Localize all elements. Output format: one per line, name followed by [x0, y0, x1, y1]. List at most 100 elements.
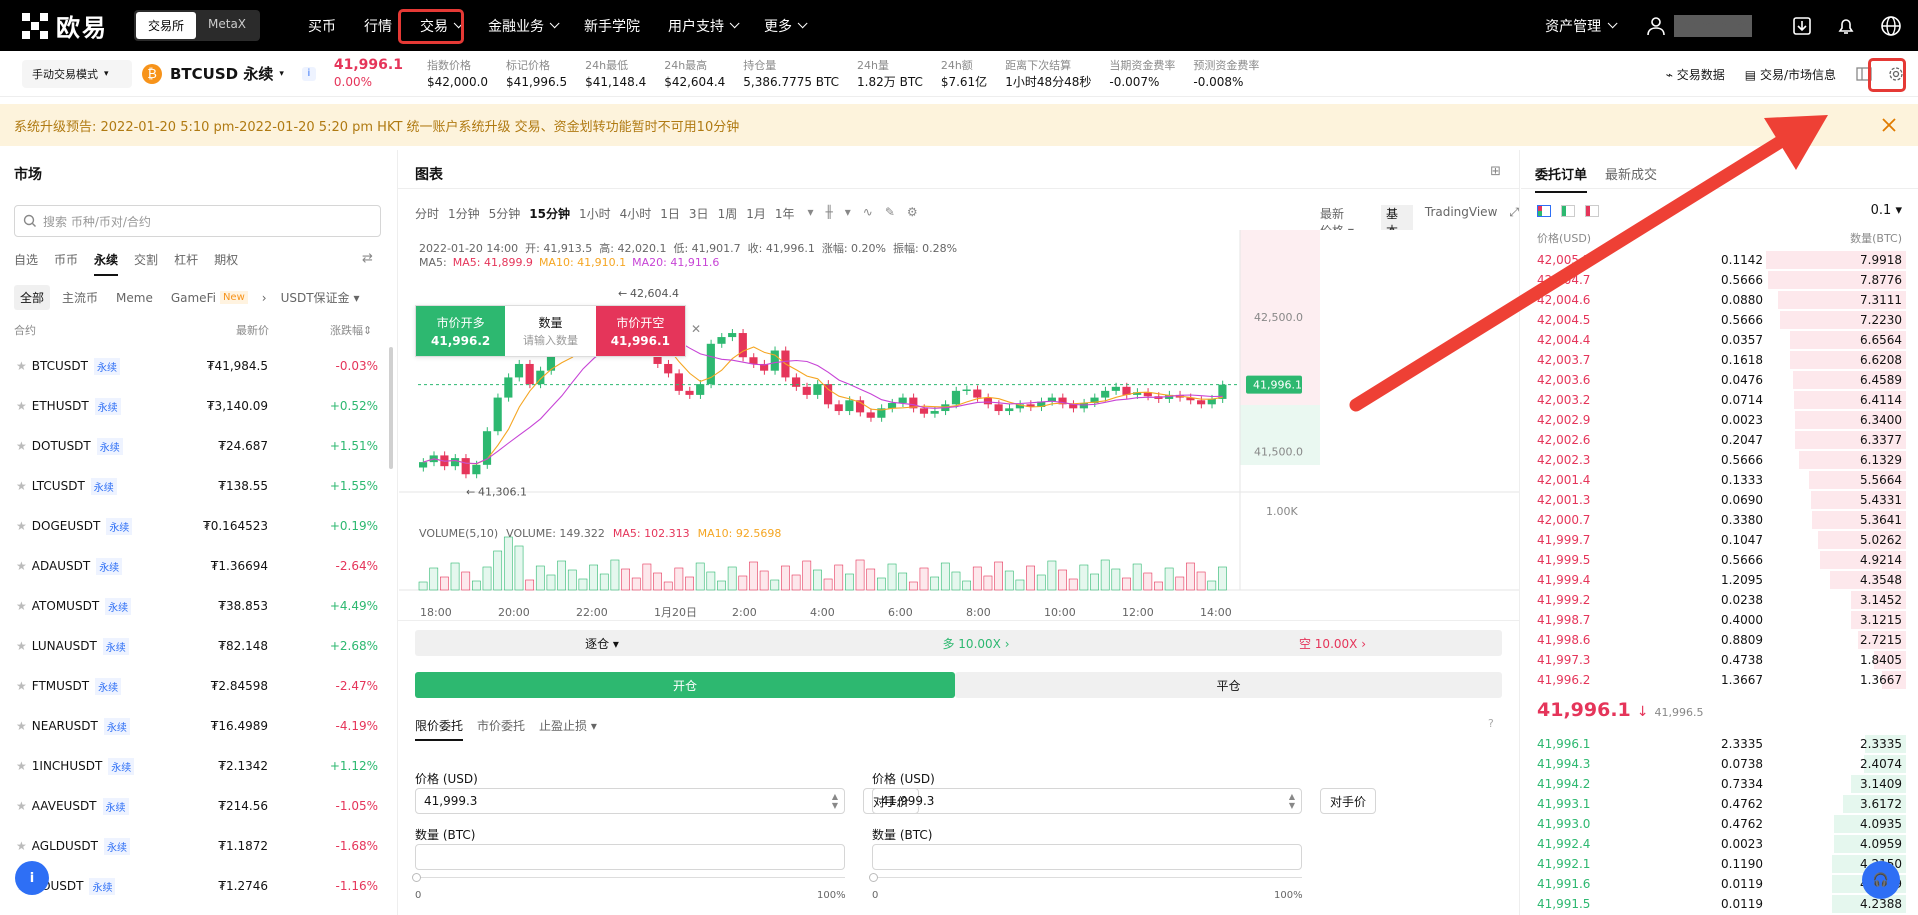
interval-8[interactable]: 1周 [718, 205, 738, 222]
star-icon[interactable]: ★ [16, 679, 27, 693]
ask-row[interactable]: 42,003.7 0.1618 6.6208 [1521, 350, 1918, 370]
ask-row[interactable]: 42,005.3 0.1142 7.9918 [1521, 250, 1918, 270]
scrollbar[interactable] [389, 347, 393, 469]
tab-favorites[interactable]: 自选 [14, 251, 38, 276]
short-price-input[interactable]: 41,999.3 ▲ ▼ [872, 788, 1302, 814]
ask-row[interactable]: 42,002.9 0.0023 6.3400 [1521, 410, 1918, 430]
ask-row[interactable]: 42,004.5 0.5666 7.2230 [1521, 310, 1918, 330]
star-icon[interactable]: ★ [16, 439, 27, 453]
ask-row[interactable]: 42,001.4 0.1333 5.5664 [1521, 470, 1918, 490]
download-icon[interactable] [1792, 16, 1812, 36]
market-info-link[interactable]: ▤ 交易/市场信息 [1745, 66, 1836, 83]
price-step-select[interactable]: 0.1 ▾ [1871, 203, 1902, 218]
chevron-down-icon[interactable]: ▾ [354, 291, 360, 305]
book-bids-icon[interactable] [1561, 205, 1575, 217]
asset-management[interactable]: 资产管理 [1545, 16, 1601, 36]
nav-markets[interactable]: 行情 [364, 16, 392, 36]
market-row[interactable]: ★ AAVEUSDT 永续 ₮214.56 -1.05% [0, 786, 398, 826]
filter-mainstream[interactable]: 主流币 [62, 289, 98, 306]
ask-row[interactable]: 41,999.5 0.5666 4.9214 [1521, 550, 1918, 570]
interval-9[interactable]: 1月 [746, 205, 766, 222]
nav-buy[interactable]: 买币 [308, 16, 336, 36]
interval-4[interactable]: 1小时 [579, 205, 611, 222]
chevron-down-icon[interactable]: ▾ [807, 205, 813, 222]
book-asks-icon[interactable] [1585, 205, 1599, 217]
switch-metax[interactable]: MetaX [196, 12, 258, 39]
star-icon[interactable]: ★ [16, 399, 27, 413]
ask-row[interactable]: 41,999.4 1.2095 4.3548 [1521, 570, 1918, 590]
symbol-name[interactable]: BTCUSD 永续 [170, 63, 273, 84]
margin-mode-select[interactable]: 逐仓 ▾ [415, 635, 789, 652]
ask-row[interactable]: 41,999.2 0.0238 3.1452 [1521, 590, 1918, 610]
ask-row[interactable]: 42,004.6 0.0880 7.3111 [1521, 290, 1918, 310]
market-row[interactable]: ★ ATOMUSDT 永续 ₮38.853 +4.49% [0, 586, 398, 626]
bid-row[interactable]: 41,993.1 0.4762 3.6172 [1521, 794, 1918, 814]
star-icon[interactable]: ★ [16, 719, 27, 733]
market-search-input[interactable]: 搜索 币种/币对/合约 [14, 205, 381, 237]
user-account[interactable]: ▓▓▓▓▓▓▓▓ [1674, 14, 1752, 37]
star-icon[interactable]: ★ [16, 479, 27, 493]
trade-mode-select[interactable]: 手动交易模式 ▾ [22, 59, 132, 88]
ask-row[interactable]: 42,002.3 0.5666 6.1329 [1521, 450, 1918, 470]
star-icon[interactable]: ★ [16, 599, 27, 613]
nav-finance[interactable]: 金融业务 [488, 16, 560, 36]
short-leverage[interactable]: 空 10.00X › [1163, 635, 1502, 652]
star-icon[interactable]: ★ [16, 639, 27, 653]
long-qty-slider[interactable] [415, 877, 845, 878]
star-icon[interactable]: ★ [16, 799, 27, 813]
ask-row[interactable]: 42,003.2 0.0714 6.4114 [1521, 390, 1918, 410]
market-row[interactable]: ★ GOUSDT 永续 ₮1.2746 -1.16% [0, 866, 398, 906]
book-both-icon[interactable] [1537, 205, 1551, 217]
tab-spot[interactable]: 币币 [54, 251, 78, 276]
market-order-tab[interactable]: 市价委托 [477, 717, 525, 741]
ask-row[interactable]: 42,001.3 0.0690 5.4331 [1521, 490, 1918, 510]
filter-all[interactable]: 全部 [14, 285, 51, 310]
logo[interactable]: 欧易 [22, 8, 108, 43]
chevron-right-icon[interactable]: › [262, 291, 267, 305]
stepper-icon[interactable]: ▲ ▼ [1289, 792, 1295, 810]
close-position-tab[interactable]: 平仓 [955, 672, 1502, 698]
star-icon[interactable]: ★ [16, 759, 27, 773]
grid-icon[interactable]: ⊞ [1490, 164, 1501, 179]
market-row[interactable]: ★ FTMUSDT 永续 ₮2.84598 -2.47% [0, 666, 398, 706]
market-row[interactable]: ★ LUNAUSDT 永续 ₮82.148 +2.68% [0, 626, 398, 666]
interval-7[interactable]: 3日 [689, 205, 709, 222]
nav-support[interactable]: 用户支持 [668, 16, 740, 36]
filter-meme[interactable]: Meme [116, 291, 153, 305]
market-row[interactable]: ★ BTCUSDT 永续 ₮41,984.5 -0.03% [0, 346, 398, 386]
bid-row[interactable]: 41,991.5 0.0119 4.2388 [1521, 894, 1918, 914]
market-long-button[interactable]: 市价开多 41,996.2 [416, 306, 506, 356]
interval-2[interactable]: 5分钟 [489, 205, 521, 222]
ask-row[interactable]: 42,004.4 0.0357 6.6564 [1521, 330, 1918, 350]
long-leverage[interactable]: 多 10.00X › [789, 635, 1163, 652]
long-qty-input[interactable] [415, 844, 845, 870]
nav-academy[interactable]: 新手学院 [584, 16, 640, 36]
ask-row[interactable]: 42,003.6 0.0476 6.4589 [1521, 370, 1918, 390]
bid-row[interactable]: 41,994.2 0.7334 3.1409 [1521, 774, 1918, 794]
slider-handle[interactable] [412, 873, 421, 882]
candle-type-icon[interactable]: ╫ [826, 205, 833, 222]
help-icon[interactable]: ? [1488, 717, 1494, 730]
tab-margin[interactable]: 杠杆 [174, 251, 198, 276]
tab-perpetual[interactable]: 永续 [94, 251, 119, 276]
short-qty-input[interactable] [872, 844, 1302, 870]
chevron-down-icon[interactable]: ▾ [845, 205, 851, 222]
ask-row[interactable]: 41,999.7 0.1047 5.0262 [1521, 530, 1918, 550]
ask-row[interactable]: 41,996.2 1.3667 1.3667 [1521, 670, 1918, 690]
star-icon[interactable]: ★ [16, 839, 27, 853]
interval-1[interactable]: 1分钟 [448, 205, 480, 222]
star-icon[interactable]: ★ [16, 559, 27, 573]
indicator-icon[interactable]: ∿ [863, 205, 873, 222]
market-row[interactable]: ★ DOTUSDT 永续 ₮24.687 +1.51% [0, 426, 398, 466]
market-row[interactable]: ★ 1INCHUSDT 永续 ₮2.1342 +1.12% [0, 746, 398, 786]
limit-order-tab[interactable]: 限价委托 [415, 717, 464, 741]
bid-row[interactable]: 41,992.1 0.1190 4.2150 [1521, 854, 1918, 874]
tab-futures[interactable]: 交割 [134, 251, 158, 276]
market-row[interactable]: ★ ADAUSDT 永续 ₮1.36694 -2.64% [0, 546, 398, 586]
interval-10[interactable]: 1年 [775, 205, 795, 222]
globe-icon[interactable] [1880, 15, 1902, 37]
ask-row[interactable]: 41,998.7 0.4000 3.1215 [1521, 610, 1918, 630]
chart-settings-icon[interactable]: ⚙ [907, 205, 918, 222]
market-row[interactable]: ★ DOGEUSDT 永续 ₮0.164523 +0.19% [0, 506, 398, 546]
bid-row[interactable]: 41,993.0 0.4762 4.0935 [1521, 814, 1918, 834]
